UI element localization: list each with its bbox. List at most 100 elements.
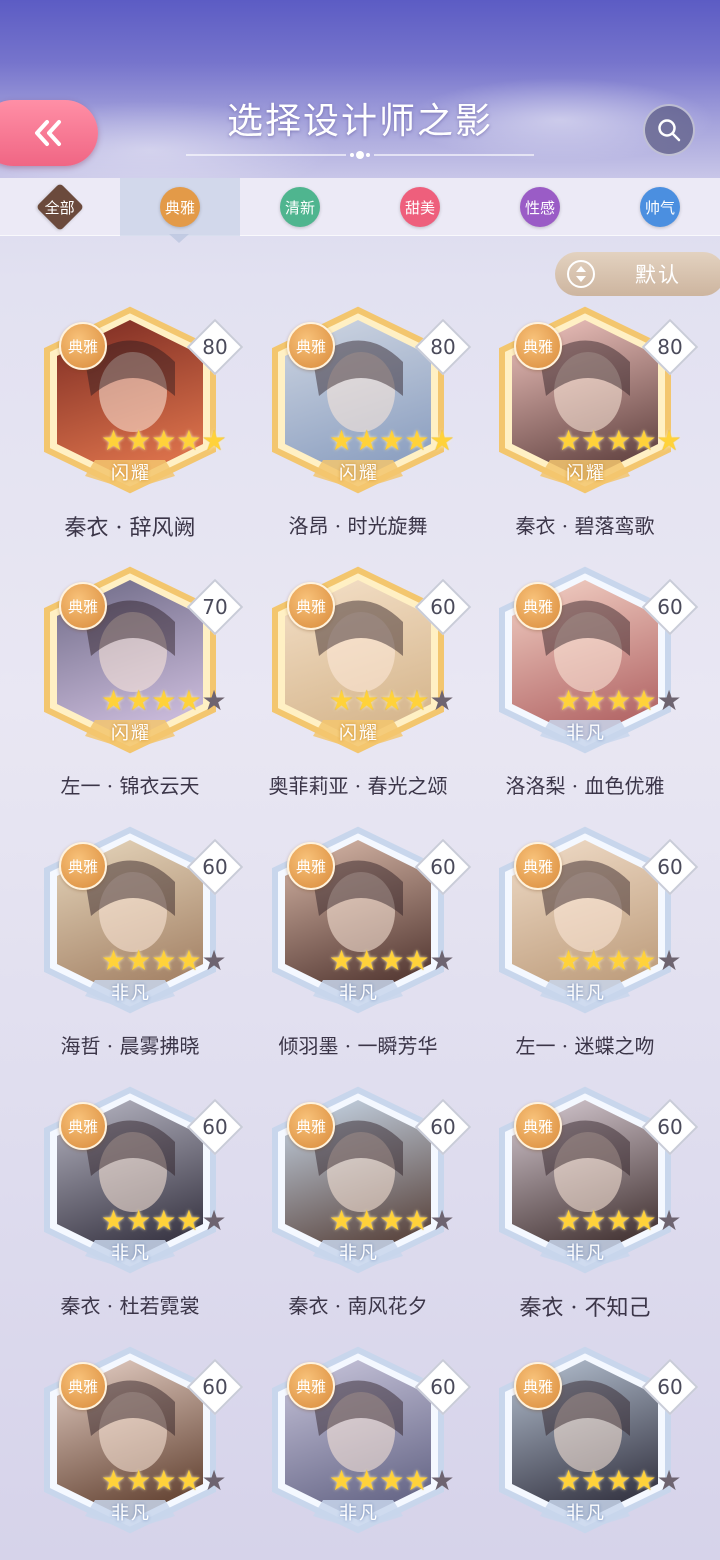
rarity-label: 闪耀 (111, 723, 151, 744)
designer-card[interactable]: 典雅 60 ★ ★ ★ ★ ★ 非凡 秦衣 · 不知己 (470, 1080, 700, 1330)
style-tag: 典雅 (287, 1362, 335, 1410)
sort-button[interactable]: 默认 (555, 252, 720, 296)
designer-card[interactable]: 典雅 60 ★ ★ ★ ★ ★ 非凡 秦衣 · 南风花夕 (243, 1080, 473, 1330)
star-icon: ★ (354, 944, 380, 977)
star-icon: ★ (429, 684, 455, 717)
star-icon: ★ (379, 684, 405, 717)
star-rating: ★ ★ ★ ★ ★ (556, 426, 686, 456)
style-tag: 典雅 (514, 842, 562, 890)
designer-card[interactable]: 典雅 60 ★ ★ ★ ★ ★ 非凡 洛洛梨 · 血色优雅 (470, 560, 700, 810)
card-name: 左一 · 锦衣云天 (60, 774, 200, 798)
star-icon: ★ (404, 684, 430, 717)
portrait-frame: 典雅 60 ★ ★ ★ ★ ★ 非凡 (470, 560, 700, 760)
tab-fresh[interactable]: 清新 (240, 178, 360, 236)
style-tag: 典雅 (59, 1362, 107, 1410)
designer-card[interactable]: 典雅 60 ★ ★ ★ ★ ★ 非凡 海哲 · 晨雾拂晓 (15, 820, 245, 1070)
designer-card[interactable]: 典雅 70 ★ ★ ★ ★ ★ 闪耀 左一 · 锦衣云天 (15, 560, 245, 810)
rarity-label: 非凡 (566, 1243, 606, 1264)
star-rating: ★ ★ ★ ★ ★ (329, 426, 459, 456)
star-icon: ★ (429, 1204, 455, 1237)
page-title: 选择设计师之影 (226, 101, 493, 142)
star-icon: ★ (556, 424, 582, 457)
star-icon: ★ (606, 684, 632, 717)
star-rating: ★ ★ ★ ★ ★ (101, 686, 231, 716)
style-tag: 典雅 (514, 582, 562, 630)
designer-card[interactable]: 典雅 60 ★ ★ ★ ★ ★ 非凡 (470, 1340, 700, 1560)
star-icon: ★ (556, 944, 582, 977)
star-icon: ★ (176, 684, 202, 717)
portrait-frame: 典雅 70 ★ ★ ★ ★ ★ 闪耀 (15, 560, 245, 760)
tab-sexy[interactable]: 性感 (480, 178, 600, 236)
designer-card[interactable]: 典雅 80 ★ ★ ★ ★ ★ 闪耀 洛昂 · 时光旋舞 (243, 300, 473, 550)
tab-badge: 性感 (520, 187, 560, 227)
star-icon: ★ (379, 944, 405, 977)
star-icon: ★ (656, 1464, 682, 1497)
title-ornament-icon (186, 151, 534, 159)
star-icon: ★ (201, 944, 227, 977)
star-icon: ★ (329, 1204, 355, 1237)
card-name: 奥菲莉亚 · 春光之颂 (268, 774, 448, 798)
designer-card[interactable]: 典雅 60 ★ ★ ★ ★ ★ 非凡 (15, 1340, 245, 1560)
star-rating: ★ ★ ★ ★ ★ (101, 1206, 231, 1236)
star-icon: ★ (176, 424, 202, 457)
style-tag: 典雅 (287, 842, 335, 890)
tab-sweet[interactable]: 甜美 (360, 178, 480, 236)
level-value: 60 (430, 1115, 456, 1139)
star-icon: ★ (329, 944, 355, 977)
designer-card[interactable]: 典雅 60 ★ ★ ★ ★ ★ 非凡 左一 · 迷蝶之吻 (470, 820, 700, 1070)
star-icon: ★ (581, 684, 607, 717)
star-icon: ★ (606, 944, 632, 977)
designer-card[interactable]: 典雅 60 ★ ★ ★ ★ ★ 非凡 秦衣 · 杜若霓裳 (15, 1080, 245, 1330)
tab-cool[interactable]: 帅气 (600, 178, 720, 236)
star-icon: ★ (201, 1464, 227, 1497)
star-icon: ★ (354, 424, 380, 457)
tab-label: 典雅 (164, 198, 195, 217)
star-icon: ★ (379, 1204, 405, 1237)
star-icon: ★ (329, 1464, 355, 1497)
tab-label: 帅气 (644, 198, 675, 217)
tab-label: 清新 (284, 198, 315, 217)
tab-elegant[interactable]: 典雅 (120, 178, 240, 236)
rarity-label: 闪耀 (111, 463, 151, 484)
rarity-label: 闪耀 (339, 463, 379, 484)
card-name: 倾羽墨 · 一瞬芳华 (278, 1034, 438, 1058)
star-rating: ★ ★ ★ ★ ★ (329, 686, 459, 716)
star-icon: ★ (329, 684, 355, 717)
portrait-frame: 典雅 80 ★ ★ ★ ★ ★ 闪耀 (15, 300, 245, 500)
style-filter-tabs: 全部 典雅 清新 甜美 性感 帅气 (0, 178, 720, 236)
style-tag: 典雅 (59, 1102, 107, 1150)
star-icon: ★ (656, 944, 682, 977)
star-icon: ★ (201, 1204, 227, 1237)
card-name: 秦衣 · 碧落鸾歌 (515, 514, 655, 538)
sort-label: 默认 (635, 263, 681, 287)
rarity-label: 非凡 (566, 723, 606, 744)
designer-card[interactable]: 典雅 60 ★ ★ ★ ★ ★ 非凡 (243, 1340, 473, 1560)
search-button[interactable] (643, 104, 695, 156)
star-icon: ★ (201, 424, 227, 457)
star-rating: ★ ★ ★ ★ ★ (101, 946, 231, 976)
rarity-label: 非凡 (339, 1503, 379, 1524)
portrait-frame: 典雅 60 ★ ★ ★ ★ ★ 非凡 (243, 820, 473, 1020)
star-icon: ★ (404, 424, 430, 457)
star-icon: ★ (354, 1464, 380, 1497)
card-name (15, 1550, 245, 1560)
style-tag: 典雅 (287, 322, 335, 370)
designer-card[interactable]: 典雅 80 ★ ★ ★ ★ ★ 闪耀 秦衣 · 碧落鸾歌 (470, 300, 700, 550)
star-icon: ★ (354, 1204, 380, 1237)
star-icon: ★ (656, 684, 682, 717)
rarity-label: 非凡 (111, 983, 151, 1004)
star-rating: ★ ★ ★ ★ ★ (556, 946, 686, 976)
level-value: 60 (430, 1375, 456, 1399)
designer-card[interactable]: 典雅 80 ★ ★ ★ ★ ★ 闪耀 秦衣 · 辞风阙 (15, 300, 245, 550)
designer-card[interactable]: 典雅 60 ★ ★ ★ ★ ★ 非凡 倾羽墨 · 一瞬芳华 (243, 820, 473, 1070)
style-tag: 典雅 (59, 842, 107, 890)
rarity-label: 非凡 (339, 983, 379, 1004)
star-icon: ★ (429, 944, 455, 977)
tab-label: 全部 (44, 198, 76, 217)
star-icon: ★ (631, 944, 657, 977)
tab-all[interactable]: 全部 (0, 178, 120, 236)
designer-card[interactable]: 典雅 60 ★ ★ ★ ★ ★ 闪耀 奥菲莉亚 · 春光之颂 (243, 560, 473, 810)
star-icon: ★ (556, 684, 582, 717)
portrait-frame: 典雅 60 ★ ★ ★ ★ ★ 非凡 (470, 1340, 700, 1540)
tab-label: 甜美 (404, 198, 435, 217)
